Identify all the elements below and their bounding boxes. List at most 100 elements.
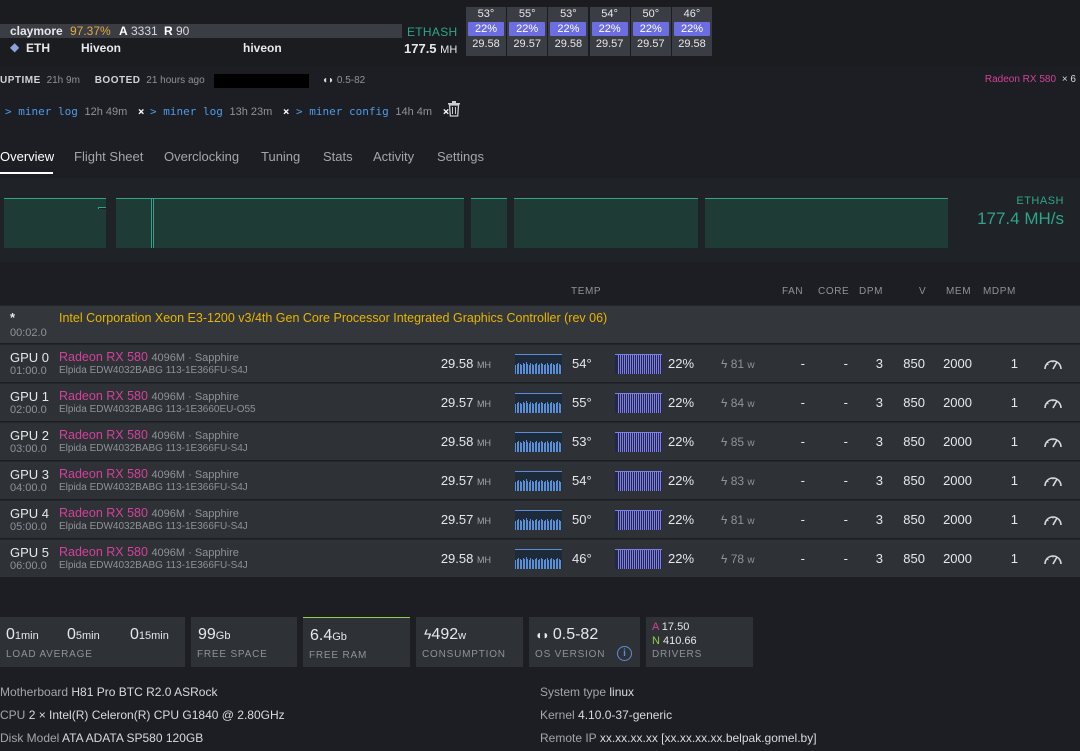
gpu-mini-fan: 22% [632, 22, 669, 36]
load-value: 0 [6, 626, 15, 643]
gpu-power-unit: w [747, 516, 755, 527]
driver-nvidia: N 410.66 [652, 635, 697, 647]
command-chip-2[interactable]: > miner log 13h 23m × [150, 103, 290, 121]
booted-label: BOOTED [94, 75, 141, 86]
gpu-voltage: 850 [903, 551, 925, 566]
gpu-dpm: 3 [875, 512, 883, 527]
gpu-name: GPU 1 [10, 389, 50, 404]
gauge-icon[interactable] [1043, 356, 1063, 373]
gauge-icon[interactable] [1043, 395, 1063, 412]
gauge-icon[interactable] [1043, 512, 1063, 529]
gpu-row[interactable]: GPU 4 05:00.0 Radeon RX 580 4096M · Sapphi… [0, 500, 1080, 538]
gpu-row[interactable]: GPU 5 06:00.0 Radeon RX 580 4096M · Sapphi… [0, 539, 1080, 577]
gpu-mini-temp: 55° [518, 8, 536, 20]
gpu-mini-card[interactable]: 53° 22% 29.58 [548, 7, 589, 56]
rejected-count: 90 [176, 24, 190, 38]
gpu-fan-sparkline [615, 432, 662, 452]
gpu-model: Radeon RX 580 4096M · Sapphire [59, 467, 239, 481]
gpu-power-unit: w [747, 477, 755, 488]
gpu-voltage: 850 [903, 395, 925, 410]
gpu-model-name: Radeon RX 580 [59, 389, 148, 403]
consumption-label: CONSUMPTION [422, 649, 506, 660]
power-icon: ϟ [721, 474, 731, 488]
gpu-mini-card[interactable]: 53° 22% 29.58 [466, 7, 506, 56]
accepted-label: A [119, 24, 128, 38]
wallet-name: hiveon [243, 41, 282, 55]
gpu-memory-info: Elpida EDW4032BABG 113-1E3660EU-O55 [59, 404, 256, 415]
gpu-hashrate-unit: MH [477, 555, 491, 565]
close-icon[interactable]: × [138, 105, 145, 118]
consumption-value: ϟ492w [424, 626, 466, 644]
tab-overview[interactable]: Overview [0, 149, 54, 164]
tab-settings[interactable]: Settings [437, 149, 484, 164]
gauge-icon[interactable] [1043, 551, 1063, 568]
gpu-model: Radeon RX 580 4096M · Sapphire [59, 545, 239, 559]
gpu-mini-hash: 29.57 [513, 38, 541, 50]
tab-activity[interactable]: Activity [373, 149, 414, 164]
status-line: UPTIME 21h 9m BOOTED 21 hours ago [0, 75, 205, 86]
total-hashrate-unit: MH [440, 44, 458, 56]
gpu-hashrate: 29.57 MH [441, 512, 491, 527]
command-age: 12h 49m [84, 106, 128, 118]
gpu-row[interactable]: GPU 3 04:00.0 Radeon RX 580 4096M · Sapphi… [0, 461, 1080, 499]
power-icon: ϟ [721, 435, 731, 449]
load-unit: 1min [14, 630, 39, 642]
gpu-fan-setting: - [800, 434, 805, 449]
gpu-temp: 54° [572, 473, 592, 488]
gpu-hashrate-value: 29.57 [440, 395, 474, 410]
gpu-hashrate-value: 29.57 [440, 473, 474, 488]
gauge-icon[interactable] [1043, 473, 1063, 490]
free-ram-number: 6.4 [310, 627, 333, 644]
info-label: System type [540, 685, 607, 699]
gpu-mdpm: 1 [1010, 551, 1018, 566]
gpu-voltage: 850 [903, 356, 925, 371]
gpu-hashrate-value: 29.58 [440, 551, 474, 566]
gpu-mini-card[interactable]: 55° 22% 29.57 [507, 7, 548, 56]
power-icon: ϟ [721, 513, 731, 527]
coin-name: ETH [26, 41, 50, 55]
tab-flight-sheet[interactable]: Flight Sheet [74, 149, 143, 164]
gpu-mem-clock: 2000 [943, 434, 972, 449]
gpu-model: Radeon RX 580 4096M · Sapphire [59, 506, 239, 520]
gpu-mini-card[interactable]: 46° 22% 29.58 [672, 7, 712, 56]
gpu-mdpm: 1 [1010, 512, 1018, 527]
gpu-temp-sparkline [515, 393, 562, 413]
gpu-dpm: 3 [875, 473, 883, 488]
gpu-hashrate-unit: MH [477, 438, 491, 448]
os-version-label: OS VERSION [535, 649, 606, 660]
gpu-mini-card[interactable]: 54° 22% 29.57 [589, 7, 630, 56]
command-chip-1[interactable]: > miner log 12h 49m × [5, 103, 145, 121]
gpu-fan-setting: - [800, 512, 805, 527]
gpu-power: ϟ 84 w [721, 396, 755, 410]
gpu-summary-count: × 6 [1061, 74, 1076, 85]
gpu-mini-card[interactable]: 50° 22% 29.57 [630, 7, 671, 56]
gpu-voltage: 850 [903, 512, 925, 527]
header-temp: TEMP [571, 286, 602, 297]
uptime-label: UPTIME [0, 75, 41, 86]
gpu-voltage: 850 [903, 434, 925, 449]
gauge-icon[interactable] [1043, 434, 1063, 451]
gpu-row[interactable]: GPU 1 02:00.0 Radeon RX 580 4096M · Sapphi… [0, 383, 1080, 421]
header-mem: MEM [946, 286, 972, 297]
command-chip-3[interactable]: > miner config 14h 4m × [296, 103, 449, 121]
gpu-bus-id: 02:00.0 [10, 404, 47, 416]
close-icon[interactable]: × [283, 105, 290, 118]
info-icon[interactable]: i [617, 646, 632, 661]
tab-tuning[interactable]: Tuning [261, 149, 300, 164]
trash-icon[interactable] [447, 101, 461, 117]
header-mdpm: MDPM [983, 286, 1016, 297]
gpu-model-sub: 4096M · Sapphire [151, 508, 239, 520]
info-value: 4.10.0-37-generic [578, 708, 673, 722]
gpu-mini-hash: 29.57 [637, 38, 665, 50]
gpu-hashrate: 29.57 MH [441, 395, 491, 410]
power-icon: ϟ [721, 396, 731, 410]
gpu-row[interactable]: GPU 2 03:00.0 Radeon RX 580 4096M · Sapphi… [0, 422, 1080, 460]
gpu-bus-id: 03:00.0 [10, 443, 47, 455]
tab-stats[interactable]: Stats [323, 149, 353, 164]
info-label: Kernel [540, 708, 575, 722]
power-icon: ϟ [721, 357, 731, 371]
tab-overclocking[interactable]: Overclocking [164, 149, 239, 164]
driver-amd: A 17.50 [652, 621, 689, 633]
gpu-row[interactable]: GPU 0 01:00.0 Radeon RX 580 4096M · Sapphi… [0, 344, 1080, 382]
gpu-hashrate-value: 29.58 [440, 434, 474, 449]
